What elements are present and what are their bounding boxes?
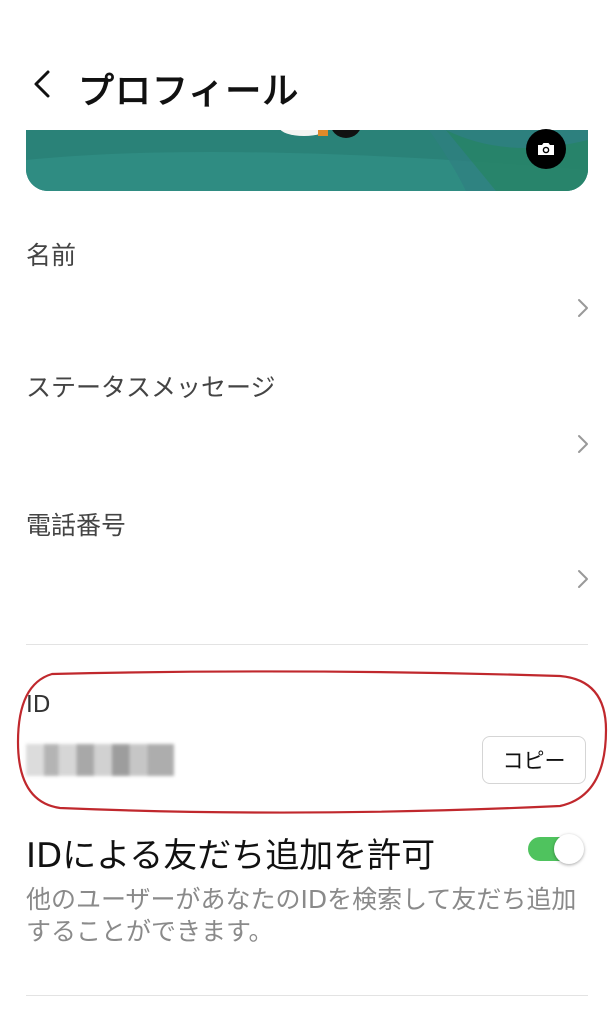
id-label: ID — [26, 692, 51, 718]
chevron-left-icon — [34, 70, 50, 98]
camera-icon — [538, 143, 554, 155]
page-title: プロフィール — [78, 71, 300, 112]
allow-id-search-title: IDによる友だち追加を許可 — [26, 836, 436, 876]
bottom-divider — [26, 995, 588, 996]
name-chevron-icon[interactable] — [574, 295, 592, 321]
top-header: プロフィール — [0, 0, 614, 130]
phone-number-label: 電話番号 — [26, 511, 127, 540]
phone-number-chevron-icon[interactable] — [574, 566, 592, 592]
toggle-knob — [554, 834, 584, 864]
back-button[interactable] — [24, 64, 64, 104]
allow-id-search-toggle[interactable] — [528, 834, 584, 864]
section-divider — [26, 644, 588, 645]
status-message-chevron-icon[interactable] — [574, 431, 592, 457]
id-value-blurred — [26, 744, 174, 776]
name-label: 名前 — [26, 241, 77, 270]
change-cover-button[interactable] — [526, 129, 566, 169]
allow-id-search-description: 他のユーザーがあなたのIDを検索して友だち追加することができます。 — [26, 885, 577, 946]
copy-id-button[interactable]: コピー — [482, 736, 586, 784]
status-message-label: ステータスメッセージ — [26, 373, 276, 402]
